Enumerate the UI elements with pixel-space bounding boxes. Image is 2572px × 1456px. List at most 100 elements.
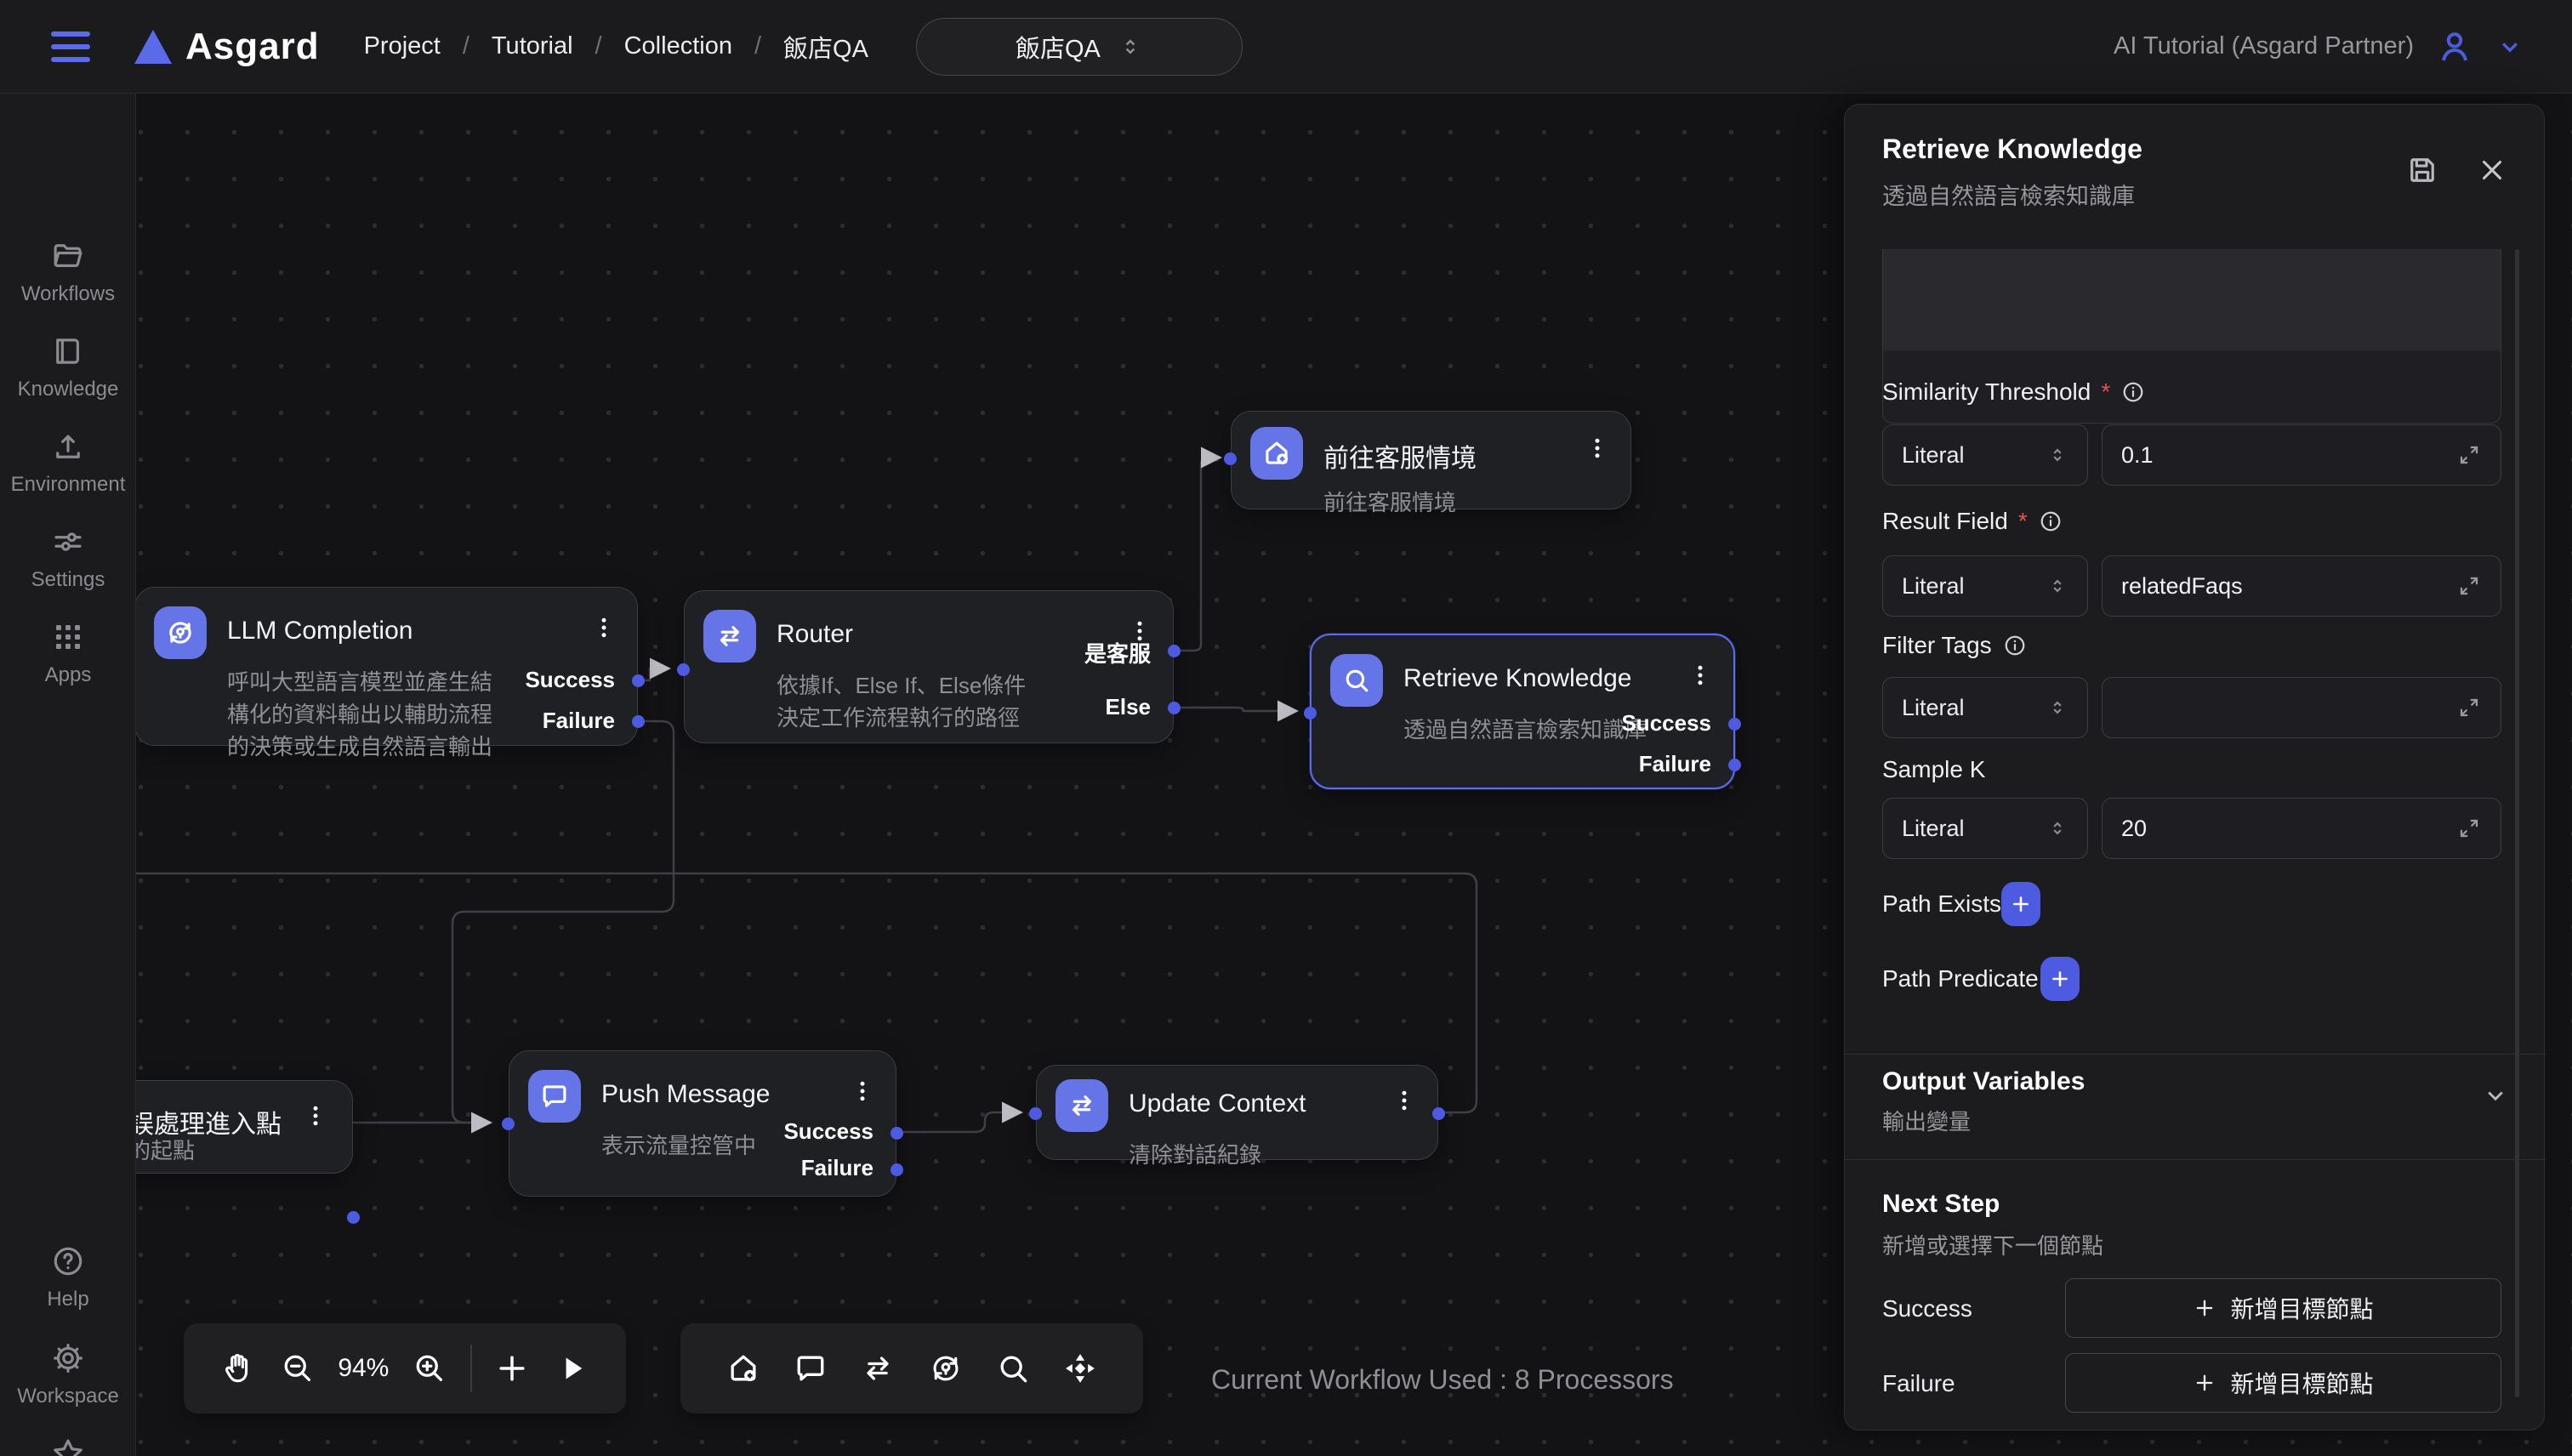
kebab-menu-icon[interactable] xyxy=(1687,654,1713,690)
kebab-menu-icon[interactable] xyxy=(1585,427,1610,463)
input-port[interactable] xyxy=(502,1118,515,1130)
router-swap-icon[interactable] xyxy=(859,1350,896,1387)
panel-scrollbar[interactable] xyxy=(2515,249,2519,1397)
info-icon[interactable] xyxy=(2002,633,2028,658)
scene-home-plus-icon[interactable] xyxy=(725,1350,762,1387)
save-icon[interactable] xyxy=(2404,152,2440,188)
chevron-down-icon[interactable] xyxy=(2481,1081,2510,1110)
output-port[interactable] xyxy=(347,1211,360,1224)
value-input-result-field[interactable]: relatedFaqs xyxy=(2102,555,2501,617)
value-input-filter-tags[interactable] xyxy=(2102,677,2501,738)
zoom-out-icon[interactable] xyxy=(279,1350,316,1387)
port-label-failure: Failure xyxy=(1639,751,1711,777)
top-navbar: Asgard Project / Tutorial / Collection /… xyxy=(0,0,2572,94)
path-exists-add-button[interactable] xyxy=(2001,882,2040,926)
mode-select-result-field[interactable]: Literal xyxy=(1882,555,2088,617)
kebab-menu-icon[interactable] xyxy=(303,1095,328,1130)
node-push-message[interactable]: Push Message 表示流量控管中 Success Failure xyxy=(509,1050,896,1197)
message-icon[interactable] xyxy=(792,1350,829,1387)
user-icon[interactable] xyxy=(2434,26,2475,67)
apps-grid-icon xyxy=(50,619,86,655)
output-port-failure[interactable] xyxy=(1728,759,1741,771)
add-node-icon[interactable] xyxy=(493,1350,531,1387)
node-update-context[interactable]: Update Context 清除對話紀錄 xyxy=(1036,1065,1438,1160)
expand-icon[interactable] xyxy=(2456,816,2482,841)
breadcrumb-project[interactable]: Project xyxy=(364,32,441,60)
canvas-zoom-toolbar: 94% xyxy=(184,1323,626,1413)
auto-layout-icon[interactable] xyxy=(1061,1350,1099,1387)
info-icon[interactable] xyxy=(2120,379,2146,405)
add-target-node-success-button[interactable]: 新增目標節點 xyxy=(2065,1278,2501,1338)
value-input-sample-k[interactable]: 20 xyxy=(2102,798,2501,859)
mode-select-similarity[interactable]: Literal xyxy=(1882,424,2088,486)
output-port-success[interactable] xyxy=(1728,718,1741,731)
input-port[interactable] xyxy=(1304,707,1317,719)
zoom-in-icon[interactable] xyxy=(411,1350,448,1387)
node-error-entry[interactable]: 誤處理進入點 的起點 xyxy=(136,1080,353,1174)
folder-icon xyxy=(50,238,86,274)
node-title: Push Message xyxy=(601,1070,770,1109)
chevron-updown-icon xyxy=(2046,697,2068,719)
expand-icon[interactable] xyxy=(2456,695,2482,720)
output-variables-title: Output Variables xyxy=(1882,1067,2085,1096)
sidebar-item-knowledge[interactable]: Knowledge xyxy=(0,333,136,401)
kebab-menu-icon[interactable] xyxy=(1391,1079,1417,1115)
info-icon[interactable] xyxy=(2038,509,2063,534)
value-input-similarity[interactable]: 0.1 xyxy=(2102,424,2501,486)
add-target-node-failure-button[interactable]: 新增目標節點 xyxy=(2065,1353,2501,1413)
node-goto-cs-scene[interactable]: 前往客服情境 前往客服情境 xyxy=(1231,411,1631,509)
sidebar-item-help[interactable]: Help xyxy=(0,1243,136,1311)
node-retrieve-knowledge[interactable]: Retrieve Knowledge 透過自然語言檢索知識庫 Success F… xyxy=(1310,634,1735,789)
chevron-updown-icon xyxy=(2046,817,2068,839)
zoom-level[interactable]: 94% xyxy=(338,1354,389,1383)
output-port-else[interactable] xyxy=(1168,702,1181,714)
breadcrumb-workflow[interactable]: 飯店QA xyxy=(783,29,868,65)
gear-icon xyxy=(50,1340,86,1376)
path-predicate-add-button[interactable] xyxy=(2040,957,2080,1001)
workflow-selector[interactable]: 飯店QA xyxy=(916,18,1243,76)
kebab-menu-icon[interactable] xyxy=(591,606,617,642)
breadcrumb-collection[interactable]: Collection xyxy=(624,32,732,60)
mode-select-sample-k[interactable]: Literal xyxy=(1882,798,2088,859)
breadcrumb-tutorial[interactable]: Tutorial xyxy=(492,32,573,60)
sidebar-item-workflows[interactable]: Workflows xyxy=(0,238,136,306)
menu-icon[interactable] xyxy=(51,31,90,62)
panel-divider xyxy=(1845,1054,2546,1055)
port-label-success: Success xyxy=(783,1118,873,1145)
sidebar-item-workspace[interactable]: Workspace xyxy=(0,1340,136,1408)
output-port-is-cs[interactable] xyxy=(1168,645,1181,657)
sidebar-item-environment[interactable]: Environment xyxy=(0,429,136,497)
next-step-subtitle: 新增或選擇下一個節點 xyxy=(1882,1229,2103,1260)
llm-icon xyxy=(154,606,207,659)
chevron-down-icon[interactable] xyxy=(2495,32,2524,61)
output-port-success[interactable] xyxy=(891,1127,903,1140)
node-router[interactable]: Router 依據If、Else If、Else條件決定工作流程執行的路徑 是客… xyxy=(684,590,1174,743)
sidebar-item-apps[interactable]: Apps xyxy=(0,619,136,687)
output-port[interactable] xyxy=(1432,1107,1445,1120)
output-port-failure[interactable] xyxy=(891,1163,903,1176)
expand-icon[interactable] xyxy=(2456,573,2482,599)
run-workflow-icon[interactable] xyxy=(553,1350,590,1387)
close-icon[interactable] xyxy=(2476,154,2508,186)
node-llm-completion[interactable]: LLM Completion 呼叫大型語言模型並產生結構化的資料輸出以輔助流程的… xyxy=(136,587,638,746)
account-label: AI Tutorial (Asgard Partner) xyxy=(2114,32,2414,60)
sidebar-item-upgrade[interactable]: Upgrade xyxy=(0,1436,136,1456)
upload-icon xyxy=(50,429,86,464)
required-asterisk: * xyxy=(2018,508,2028,535)
output-port-success[interactable] xyxy=(632,674,645,687)
sidebar-item-settings[interactable]: Settings xyxy=(0,524,136,592)
port-label-else: Else xyxy=(1106,694,1152,720)
output-port-failure[interactable] xyxy=(632,715,645,728)
breadcrumb: Project / Tutorial / Collection / 飯店QA xyxy=(364,29,868,65)
mode-select-filter-tags[interactable]: Literal xyxy=(1882,677,2088,738)
input-port[interactable] xyxy=(1029,1107,1042,1120)
field-label-result-field: Result Field* xyxy=(1882,508,2063,535)
input-port[interactable] xyxy=(1224,452,1237,465)
input-port[interactable] xyxy=(677,663,690,676)
llm-refresh-icon[interactable] xyxy=(927,1350,964,1387)
expand-icon[interactable] xyxy=(2456,442,2482,468)
kebab-menu-icon[interactable] xyxy=(850,1070,875,1106)
field-label-sample-k: Sample K xyxy=(1882,756,1985,783)
search-icon[interactable] xyxy=(994,1350,1032,1387)
pan-hand-icon[interactable] xyxy=(219,1350,257,1387)
